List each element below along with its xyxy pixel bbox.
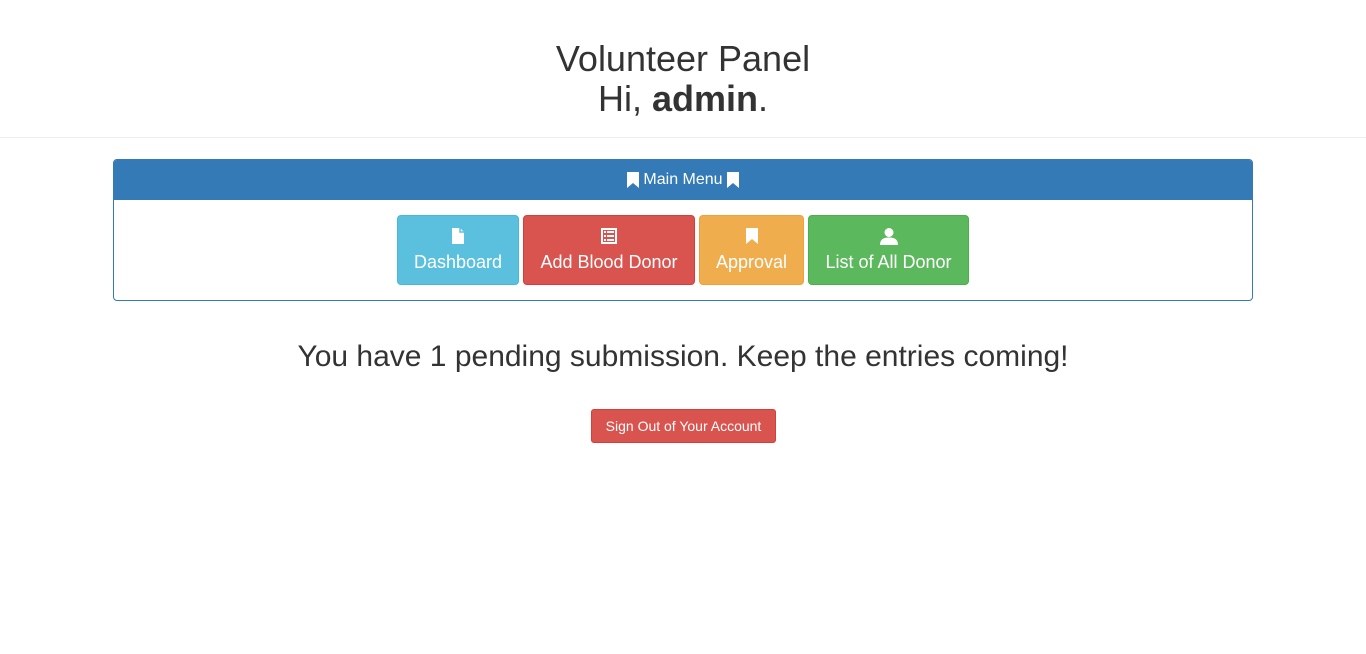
user-icon bbox=[879, 228, 898, 245]
add-blood-donor-button-label: Add Blood Donor bbox=[540, 252, 678, 272]
file-icon bbox=[452, 228, 464, 244]
add-blood-donor-button[interactable]: Add Blood Donor bbox=[523, 215, 695, 285]
page-title: Volunteer Panel bbox=[555, 38, 811, 79]
dashboard-button-label: Dashboard bbox=[413, 252, 503, 272]
approval-button[interactable]: Approval bbox=[699, 215, 804, 285]
greeting: Hi, admin. bbox=[0, 79, 1366, 119]
dashboard-button[interactable]: Dashboard bbox=[397, 215, 519, 285]
list-of-all-donor-button-label: List of All Donor bbox=[825, 252, 952, 272]
main-menu-title: Main Menu bbox=[643, 171, 723, 188]
main-menu-heading: Main Menu bbox=[114, 160, 1252, 200]
bookmark-icon bbox=[627, 172, 640, 188]
greeting-prefix: Hi, bbox=[597, 78, 652, 119]
greeting-suffix: . bbox=[758, 78, 769, 119]
username: admin bbox=[651, 78, 758, 119]
main-menu-panel: Main Menu Dashboard Add Blood Donor Appr… bbox=[113, 159, 1253, 301]
pending-submission-message: You have 1 pending submission. Keep the … bbox=[297, 340, 1069, 373]
main-menu-body: Dashboard Add Blood Donor Approval List … bbox=[114, 200, 1252, 285]
list-of-all-donor-button[interactable]: List of All Donor bbox=[808, 215, 969, 285]
bookmark-icon bbox=[745, 228, 758, 244]
sign-out-button[interactable]: Sign Out of Your Account bbox=[591, 409, 776, 443]
list-alt-icon bbox=[601, 228, 617, 244]
bookmark-icon bbox=[726, 172, 739, 188]
approval-button-label: Approval bbox=[715, 252, 788, 272]
page-header: Volunteer Panel Hi, admin. bbox=[0, 0, 1366, 138]
